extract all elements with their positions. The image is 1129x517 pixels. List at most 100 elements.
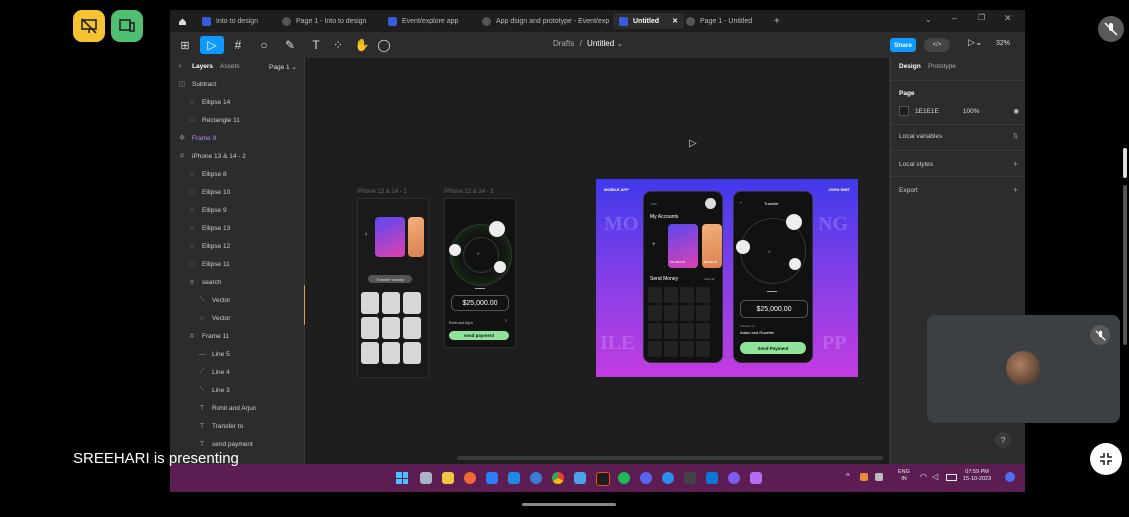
app-icon[interactable] — [728, 472, 740, 484]
file-explorer-icon[interactable] — [442, 472, 454, 484]
volume-icon[interactable]: ◁ — [932, 472, 938, 481]
layer-row[interactable]: ○ Ellipse 11 — [170, 256, 322, 272]
tab-app-design[interactable]: App dsign and prototype - Event/exp — [476, 13, 615, 29]
browser-icon[interactable] — [464, 472, 476, 484]
layer-row[interactable]: ○ Ellipse 8 — [170, 166, 322, 182]
app-icon[interactable] — [574, 472, 586, 484]
pen-tool-icon[interactable]: ✎ — [280, 36, 300, 54]
tab-design[interactable]: Design — [899, 63, 921, 70]
layer-row[interactable]: ✥ Frame 9 — [170, 130, 312, 146]
adjust-icon[interactable]: ⇅ — [1013, 132, 1018, 140]
frame-iphone-2[interactable]: ⌕ $25,000.00 Rohit and Arjun › send paym… — [444, 198, 516, 348]
add-icon[interactable]: + — [1013, 159, 1018, 169]
figma-icon[interactable] — [596, 472, 610, 486]
new-tab-button[interactable]: + — [768, 13, 786, 29]
tab-layers[interactable]: Layers — [192, 63, 213, 70]
comment-icon[interactable]: ◯ — [376, 36, 392, 54]
design-canvas[interactable]: ▷ iPhone 13 & 14 - 1 › Transfer money iP… — [305, 58, 889, 464]
add-icon[interactable]: + — [1013, 185, 1018, 195]
share-button[interactable]: Share — [890, 38, 916, 52]
file-name[interactable]: Untitled — [587, 39, 614, 48]
shape-tool-icon[interactable]: ○ — [254, 36, 274, 54]
tray-chevron-icon[interactable]: ^ — [846, 472, 850, 481]
meet-devices-button[interactable] — [111, 10, 143, 42]
eye-icon[interactable]: ◉ — [1013, 107, 1019, 115]
layer-row[interactable]: # iPhone 13 & 14 - 2 — [170, 148, 312, 164]
tab-assets[interactable]: Assets — [220, 63, 240, 70]
layer-row[interactable]: ○ Ellipse 10 — [170, 184, 322, 200]
frame-tool-icon[interactable]: # — [228, 36, 248, 54]
app-icon[interactable] — [662, 472, 674, 484]
breadcrumb-drafts[interactable]: Drafts — [553, 39, 574, 48]
close-window-icon[interactable]: ✕ — [1004, 13, 1012, 24]
frame1-label[interactable]: iPhone 13 & 14 - 1 — [357, 189, 407, 195]
app-icon[interactable] — [750, 472, 762, 484]
layer-row[interactable]: □ Rectangle 11 — [170, 112, 322, 128]
search-icon[interactable]: ⌕ — [178, 63, 182, 71]
present-icon[interactable]: ▷⌄ — [968, 37, 982, 48]
layer-row[interactable]: ○ Ellipse 13 — [170, 220, 322, 236]
send-payment-button[interactable]: send payment — [449, 331, 509, 340]
layer-row[interactable]: ○ Ellipse 9 — [170, 202, 322, 218]
notification-icon[interactable] — [1005, 472, 1015, 482]
exit-fullscreen-button[interactable] — [1090, 443, 1122, 475]
clock[interactable]: 07:59 PM 15-10-2023 — [963, 469, 991, 483]
home-tab[interactable] — [172, 13, 193, 29]
frame2-label[interactable]: iPhone 13 & 14 - 2 — [444, 189, 494, 195]
chevron-down-icon[interactable]: ⌄ — [616, 39, 623, 48]
divider — [475, 288, 485, 289]
tab-page1-into-design[interactable]: Page 1 - Into to design — [276, 13, 372, 29]
discord-icon[interactable] — [640, 472, 652, 484]
export-row[interactable]: Export + — [899, 185, 1018, 195]
resources-icon[interactable]: ⁘ — [330, 36, 346, 54]
self-view-tile[interactable] — [927, 315, 1120, 423]
main-menu-icon[interactable]: ⊞ — [176, 36, 194, 54]
text-tool-icon[interactable]: T — [308, 36, 324, 54]
layer-row[interactable]: ◫ Subtract — [170, 76, 312, 92]
tab-untitled[interactable]: Untitled ✕ — [613, 13, 684, 29]
search-icon[interactable] — [420, 472, 432, 484]
page-selector[interactable]: Page 1 ⌄ — [269, 63, 297, 71]
mic-off-button[interactable] — [1098, 16, 1124, 42]
meet-layout-button[interactable] — [73, 10, 105, 42]
layer-row[interactable]: # search — [170, 274, 322, 290]
app-icon[interactable] — [684, 472, 696, 484]
minimize-icon[interactable]: – — [952, 13, 957, 23]
layer-row[interactable]: ○ Ellipse 14 — [170, 94, 322, 110]
tab-event-explore[interactable]: Event/explore app — [382, 13, 464, 29]
layer-row[interactable]: # Frame 11 — [170, 328, 322, 344]
local-styles-row[interactable]: Local styles + — [899, 159, 1018, 169]
tab-page1-untitled[interactable]: Page 1 - Untitled — [680, 13, 758, 29]
transfer-money-button[interactable]: Transfer money — [368, 275, 412, 283]
chrome-icon[interactable] — [552, 472, 564, 484]
battery-icon[interactable] — [946, 474, 957, 481]
tab-prototype[interactable]: Prototype — [928, 63, 956, 70]
tray-icon[interactable] — [860, 473, 868, 481]
hand-tool-icon[interactable]: ✋ — [354, 36, 370, 54]
start-icon[interactable] — [396, 472, 408, 484]
chevron-down-icon[interactable]: ⌄ — [925, 15, 932, 24]
local-variables-row[interactable]: Local variables ⇅ — [899, 132, 1018, 141]
tray-icon[interactable] — [875, 473, 883, 481]
language-indicator[interactable]: ENG IN — [898, 469, 910, 483]
dev-mode-toggle[interactable]: </> — [924, 38, 950, 52]
app-icon[interactable] — [486, 472, 498, 484]
wifi-icon[interactable]: ◠ — [920, 472, 927, 481]
spotify-icon[interactable] — [618, 472, 630, 484]
vscode-icon[interactable] — [508, 472, 520, 484]
zoom-level[interactable]: 32% — [996, 40, 1010, 47]
move-tool-icon[interactable]: ▷ — [200, 36, 224, 54]
help-button[interactable]: ? — [995, 432, 1011, 448]
maximize-icon[interactable]: ❐ — [978, 13, 985, 22]
layer-row[interactable]: ○ Ellipse 12 — [170, 238, 322, 254]
poster-frame[interactable]: MOBILE APP JOHN SMIT MO NG ILE PP 9:41 M… — [596, 179, 858, 377]
app-icon[interactable] — [530, 472, 542, 484]
contact-cell — [664, 305, 678, 321]
frame-iphone-1[interactable]: › Transfer money — [357, 198, 429, 378]
close-tab-icon[interactable]: ✕ — [672, 17, 678, 25]
horizontal-scrollbar[interactable] — [457, 456, 883, 460]
app-icon[interactable] — [706, 472, 718, 484]
color-swatch[interactable] — [899, 106, 909, 116]
page-color-row[interactable]: 1E1E1E 100% ◉ — [899, 106, 1019, 116]
tab-into-design[interactable]: Into to design — [196, 13, 264, 29]
